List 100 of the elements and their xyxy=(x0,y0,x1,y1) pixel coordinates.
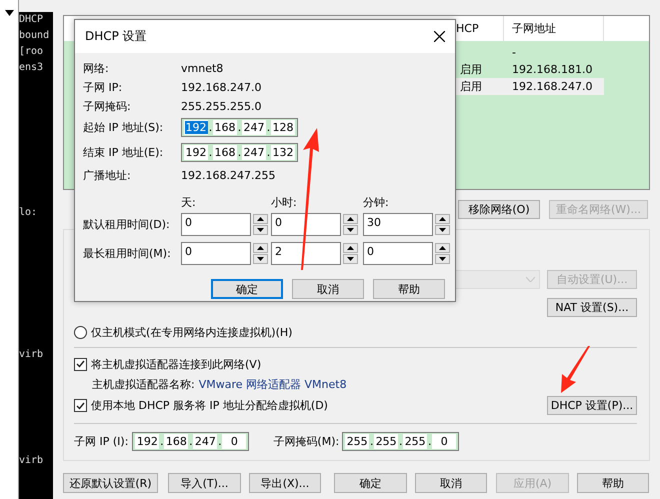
spin-down-button[interactable] xyxy=(435,225,450,235)
dropdown-arrow-icon[interactable] xyxy=(4,10,14,16)
footer-button[interactable]: 还原默认设置(R) xyxy=(63,473,158,493)
dot-separator: . xyxy=(159,434,164,449)
spin-down-button[interactable] xyxy=(343,254,358,264)
dot-separator: . xyxy=(266,145,271,160)
footer-button[interactable]: 取消 xyxy=(415,473,487,493)
ip-address-field[interactable]: 255 . 255 . 255 . 0 xyxy=(342,432,460,451)
number-field[interactable]: 2 xyxy=(271,242,341,265)
close-icon[interactable] xyxy=(434,31,445,42)
dot-separator: . xyxy=(398,434,404,449)
up-triangle-icon xyxy=(257,246,264,250)
dot-separator: . xyxy=(237,120,242,135)
terminal-text: virb xyxy=(19,454,44,468)
spin-up-button[interactable] xyxy=(435,214,450,224)
up-triangle-icon xyxy=(439,217,446,221)
radio-button[interactable] xyxy=(74,326,87,338)
terminal-text: [roo xyxy=(19,45,44,59)
checkbox-label: 将主机虚拟适配器连接到此网络(V) xyxy=(91,356,262,372)
field-label: 最长租用时间(M): xyxy=(83,246,172,261)
ip-address-field[interactable]: 192 . 168 . 247 . 0 xyxy=(132,432,250,451)
adapter-name-label: 主机虚拟适配器名称: xyxy=(92,376,195,392)
down-triangle-icon xyxy=(347,257,354,261)
down-triangle-icon xyxy=(257,228,264,232)
column-label: 小时: xyxy=(271,195,298,209)
up-triangle-icon xyxy=(347,246,354,250)
dot-separator: . xyxy=(217,434,222,449)
number-field[interactable]: 0 xyxy=(363,242,433,265)
network-button[interactable]: 移除网络(O) xyxy=(458,200,540,219)
spin-up-button[interactable] xyxy=(253,214,268,224)
annotation-arrow xyxy=(558,346,590,394)
spin-down-button[interactable] xyxy=(253,254,268,264)
table-cell-text: 192.168.181.0 xyxy=(511,62,594,78)
checkbox-label: 使用本地 DHCP 服务将 IP 地址分配给虚拟机(D) xyxy=(91,398,328,413)
dot-separator: . xyxy=(188,434,194,449)
number-field[interactable]: 0 xyxy=(271,213,341,236)
adapter-name-value: VMware 网络适配器 VMnet8 xyxy=(198,376,347,392)
down-triangle-icon xyxy=(257,257,264,261)
spin-up-button[interactable] xyxy=(343,243,358,253)
dot-separator: . xyxy=(237,145,242,160)
spin-down-button[interactable] xyxy=(435,254,450,264)
dot-separator: . xyxy=(369,434,374,449)
chevron-down-icon xyxy=(526,277,535,282)
spin-up-button[interactable] xyxy=(435,243,450,253)
spin-up-button[interactable] xyxy=(253,243,268,253)
down-triangle-icon xyxy=(439,228,446,232)
checkbox[interactable] xyxy=(74,399,87,412)
nat-settings-button[interactable]: NAT 设置(S)... xyxy=(547,298,637,317)
terminal-text: bound xyxy=(19,29,50,43)
dialog-title: DHCP 设置 xyxy=(85,28,147,45)
number-field[interactable]: 30 xyxy=(363,213,433,236)
ip-address-field[interactable]: 192 . 168 . 247 . 132 xyxy=(181,143,298,162)
subnet-mask-label: 子网掩码(M): xyxy=(273,434,340,449)
spin-down-button[interactable] xyxy=(253,225,268,235)
up-triangle-icon xyxy=(257,217,264,221)
up-triangle-icon xyxy=(439,246,446,250)
checkbox[interactable] xyxy=(74,358,87,370)
field-value: 192.168.247.255 xyxy=(181,169,276,182)
field-value: vmnet8 xyxy=(181,62,224,75)
field-label: 起始 IP 地址(S): xyxy=(83,120,164,135)
spin-up-button[interactable] xyxy=(343,214,358,224)
dhcp-settings-button[interactable]: DHCP 设置(P)... xyxy=(547,396,637,415)
dot-separator: . xyxy=(427,434,432,449)
radio-label: 仅主机模式(在专用网络内连接虚拟机)(H) xyxy=(91,324,292,340)
field-label: 结束 IP 地址(E): xyxy=(83,145,164,160)
field-label: 默认租用时间(D): xyxy=(83,217,171,232)
field-label: 子网 IP: xyxy=(83,80,124,95)
subnet-ip-label: 子网 IP (I): xyxy=(74,434,128,449)
ip-address-field[interactable]: 192 . 168 . 247 . 128 xyxy=(181,118,298,137)
number-field[interactable]: 0 xyxy=(181,213,251,236)
up-triangle-icon xyxy=(347,217,354,221)
field-label: 子网掩码: xyxy=(83,99,132,114)
table-cell-text: 启用 xyxy=(459,62,483,78)
down-triangle-icon xyxy=(439,257,446,261)
dialog-button[interactable]: 确定 xyxy=(211,279,283,299)
dialog-button[interactable]: 帮助 xyxy=(373,279,445,299)
column-label: 天: xyxy=(181,195,197,209)
terminal-text: lo: xyxy=(19,206,38,220)
column-label: 分钟: xyxy=(363,195,390,209)
table-cell-text: - xyxy=(511,45,517,61)
field-value: 255.255.255.0 xyxy=(181,100,262,113)
dot-separator: . xyxy=(208,145,213,160)
field-label: 广播地址: xyxy=(83,168,132,183)
terminal-text: DHCP xyxy=(19,13,44,27)
dot-separator: . xyxy=(208,120,213,135)
footer-button[interactable]: 帮助 xyxy=(577,473,649,493)
down-triangle-icon xyxy=(347,228,354,232)
footer-button[interactable]: 导出(X)... xyxy=(249,473,321,493)
table-cell: 192.168.247.0 xyxy=(504,78,604,95)
footer-button[interactable]: 导入(T)... xyxy=(168,473,241,493)
footer-button[interactable]: 确定 xyxy=(334,473,407,493)
dialog-button[interactable]: 取消 xyxy=(292,279,364,299)
spin-down-button[interactable] xyxy=(343,225,358,235)
field-value: 192.168.247.0 xyxy=(181,81,262,94)
number-field[interactable]: 0 xyxy=(181,242,251,265)
dot-separator: . xyxy=(266,120,271,135)
terminal-text: ens3 xyxy=(19,61,44,75)
field-label: 网络: xyxy=(83,61,110,76)
terminal-text: virb xyxy=(19,348,44,362)
column-header[interactable]: 子网地址 xyxy=(504,16,604,41)
